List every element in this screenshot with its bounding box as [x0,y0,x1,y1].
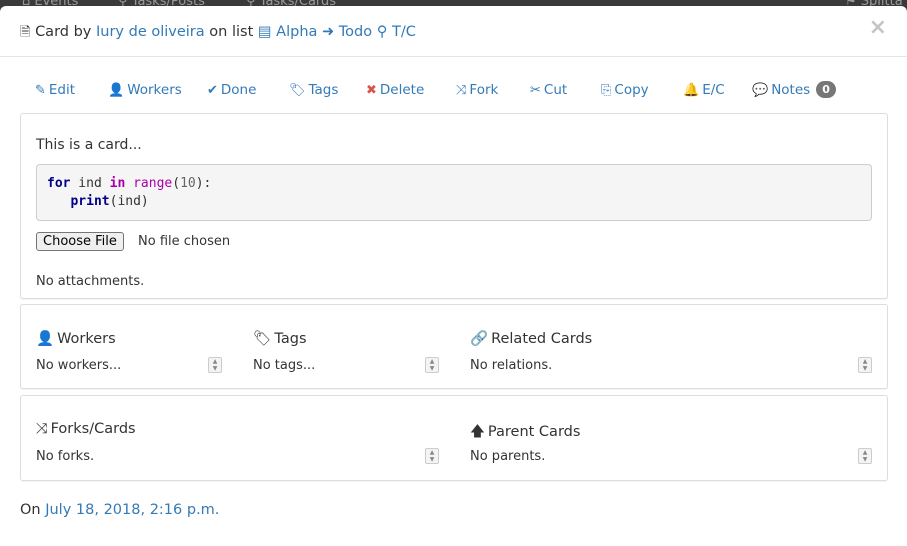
parent-cards-select-arrows[interactable]: ▲ ▼ [858,448,872,464]
tags-button[interactable]: 🏷 Tags [289,82,338,98]
close-button[interactable]: × [869,17,887,39]
choose-file-button[interactable]: Choose File [36,232,124,251]
parent-cards-select[interactable]: No parents. [470,449,545,464]
user-icon: 👤 [36,331,55,347]
forks-select-arrows[interactable]: ▲ ▼ [425,448,439,464]
list-alt-icon: ▤ [257,24,272,40]
notes-button[interactable]: 💬 Notes 0 [752,81,836,99]
author-link[interactable]: Iury de oliveira [96,24,205,40]
ec-button[interactable]: 🔔 E/C [683,82,725,98]
on-list-text: on list [209,24,254,40]
forks-panel: ⤨ Forks/Cards No forks. ▲ ▼ 🡅 Parent Cards … [20,395,888,481]
workers-button[interactable]: 👤 Workers [108,82,182,98]
delete-button[interactable]: ✖ Delete [366,82,424,98]
relations-panel: 👤 Workers No workers... ▲ ▼ 🏷 Tags No tags.… [20,304,888,389]
workers-section-title: 👤 Workers [36,331,116,347]
delete-icon: ✖ [366,83,377,98]
workers-select[interactable]: No workers... [36,358,121,373]
notes-count-badge: 0 [816,81,836,98]
tag-icon: 🏷 [289,83,306,98]
card-content-panel: This is a card... for ind in range(10): … [20,113,888,299]
created-date-link[interactable]: July 18, 2018, 2:16 p.m. [45,502,219,518]
search-link[interactable]: ⚲ T/C [377,24,416,40]
modal-title: 🗎 Card by Iury de oliveira on list ▤ Alp… [20,23,416,45]
code-block: for ind in range(10): print(ind) [36,164,872,221]
cut-button[interactable]: ✂ Cut [530,82,567,98]
parent-cards-section-title: 🡅 Parent Cards [470,424,581,440]
modal-header: 🗎 Card by Iury de oliveira on list ▤ Alp… [0,6,907,57]
arrow-right-icon: ➜ [322,24,335,40]
forks-section-title: ⤨ Forks/Cards [36,421,136,437]
attachments-status: No attachments. [36,274,145,289]
tags-section-title: 🏷 Tags [253,331,307,347]
copy-icon: ⎘ [601,83,612,98]
fork-button[interactable]: ⤨ Fork [456,82,498,98]
related-cards-section-title: 🔗 Related Cards [470,331,593,347]
copy-button[interactable]: ⎘ Copy [601,82,649,98]
check-icon: ✔ [207,83,218,98]
arrow-up-icon: 🡅 [470,424,485,440]
bell-icon: 🔔 [683,83,700,98]
random-icon: ⤨ [456,83,467,98]
card-description: This is a card... [36,137,142,153]
edit-button[interactable]: ✎ Edit [35,82,75,98]
card-toolbar: ✎ Edit 👤 Workers ✔ Done 🏷 Tags ✖ Delete ⤨ Fork… [0,81,907,104]
tags-select-arrows[interactable]: ▲ ▼ [425,357,439,373]
done-button[interactable]: ✔ Done [207,82,256,98]
search-icon: ⚲ [376,24,388,40]
related-cards-select-arrows[interactable]: ▲ ▼ [858,357,872,373]
list-link[interactable]: ➜ Todo [322,24,372,40]
card-footer: On July 18, 2018, 2:16 p.m. [20,502,219,518]
user-icon: 👤 [108,83,125,98]
title-prefix: Card by [35,24,92,40]
scissors-icon: ✂ [530,83,541,98]
random-icon: ⤨ [36,421,48,437]
file-status: No file chosen [138,234,231,249]
link-icon: 🔗 [470,331,489,347]
comment-icon: 💬 [752,83,769,98]
footer-prefix: On [20,502,41,518]
forks-select[interactable]: No forks. [36,449,94,464]
file-upload-row: Choose File No file chosen [36,232,230,251]
file-icon: 🗎 [20,25,31,40]
board-link[interactable]: ▤ Alpha [258,24,318,40]
edit-icon: ✎ [35,83,46,98]
tags-select[interactable]: No tags... [253,358,315,373]
tag-icon: 🏷 [253,331,272,347]
workers-select-arrows[interactable]: ▲ ▼ [208,357,222,373]
related-cards-select[interactable]: No relations. [470,358,552,373]
card-modal: 🗎 Card by Iury de oliveira on list ▤ Alp… [0,6,907,546]
